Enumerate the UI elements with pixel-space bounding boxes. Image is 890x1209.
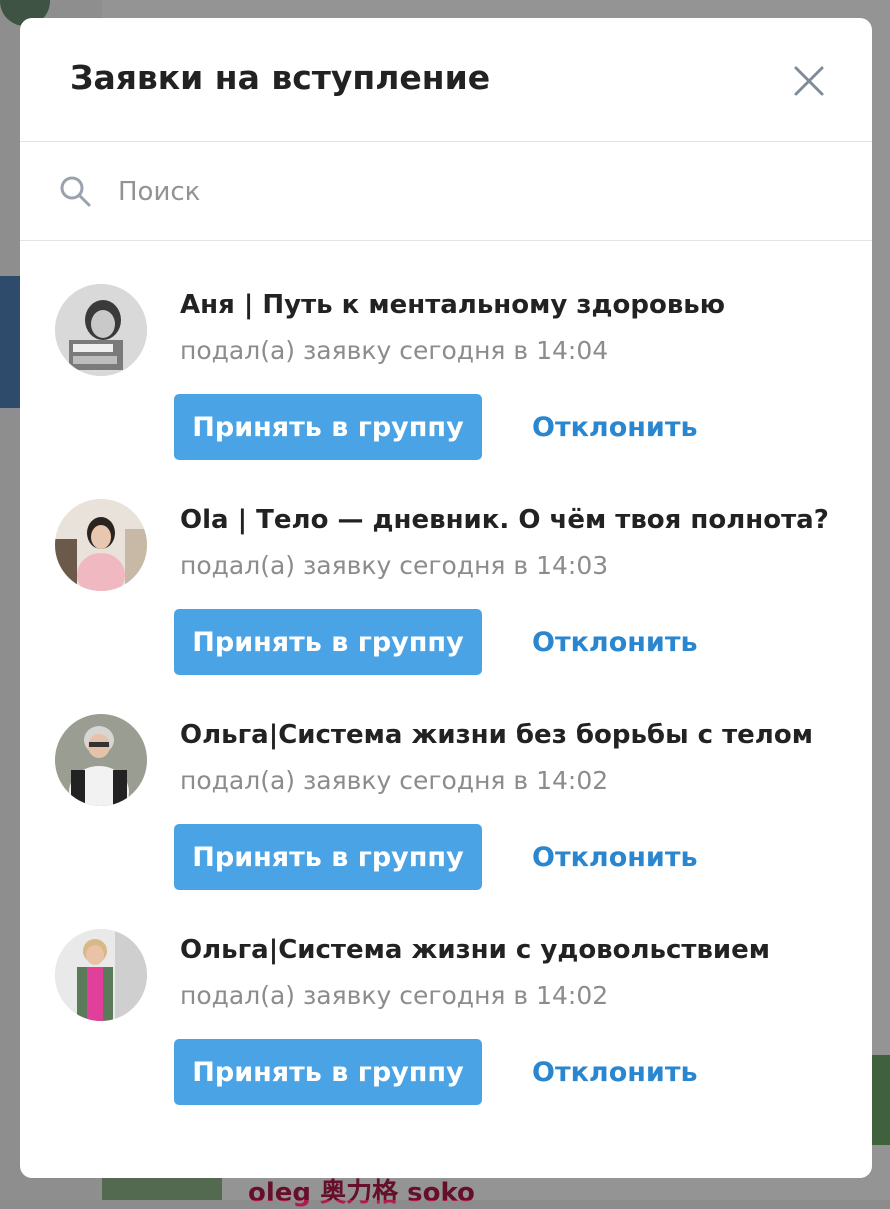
request-name[interactable]: Ольга|Система жизни с удовольствием [180, 935, 770, 965]
request-item: Ольга|Система жизни без борьбы с телом п… [20, 714, 872, 929]
request-time: подал(а) заявку сегодня в 14:02 [180, 981, 609, 1010]
avatar[interactable] [55, 499, 147, 591]
accept-button[interactable]: Принять в группу [174, 609, 482, 675]
decline-button[interactable]: Отклонить [520, 824, 710, 890]
user-photo-icon [55, 929, 147, 1021]
close-icon [794, 66, 824, 96]
decline-button[interactable]: Отклонить [520, 394, 710, 460]
decline-button[interactable]: Отклонить [520, 1039, 710, 1105]
accept-button[interactable]: Принять в группу [174, 1039, 482, 1105]
user-photo-icon [55, 499, 147, 591]
join-requests-modal: Заявки на вступление Аня | Пут [20, 18, 872, 1178]
request-name[interactable]: Ольга|Система жизни без борьбы с телом [180, 720, 813, 750]
user-photo-icon [55, 714, 147, 806]
avatar[interactable] [55, 714, 147, 806]
search-bar [20, 142, 872, 241]
avatar[interactable] [55, 929, 147, 1021]
request-item: Ola | Тело — дневник. О чём твоя полнота… [20, 499, 872, 714]
search-icon [60, 176, 91, 207]
request-item: Аня | Путь к ментальному здоровью подал(… [20, 284, 872, 499]
modal-title: Заявки на вступление [70, 58, 491, 97]
request-time: подал(а) заявку сегодня в 14:03 [180, 551, 609, 580]
search-input[interactable] [116, 166, 820, 218]
modal-header: Заявки на вступление [20, 18, 872, 142]
avatar[interactable] [55, 284, 147, 376]
request-name[interactable]: Ola | Тело — дневник. О чём твоя полнота… [180, 505, 829, 535]
decline-button[interactable]: Отклонить [520, 609, 710, 675]
accept-button[interactable]: Принять в группу [174, 394, 482, 460]
request-name[interactable]: Аня | Путь к ментальному здоровью [180, 290, 725, 320]
request-item: Ольга|Система жизни с удовольствием пода… [20, 929, 872, 1144]
close-button[interactable] [784, 58, 834, 108]
request-time: подал(а) заявку сегодня в 14:02 [180, 766, 609, 795]
user-photo-icon [55, 284, 147, 376]
request-time: подал(а) заявку сегодня в 14:04 [180, 336, 609, 365]
accept-button[interactable]: Принять в группу [174, 824, 482, 890]
